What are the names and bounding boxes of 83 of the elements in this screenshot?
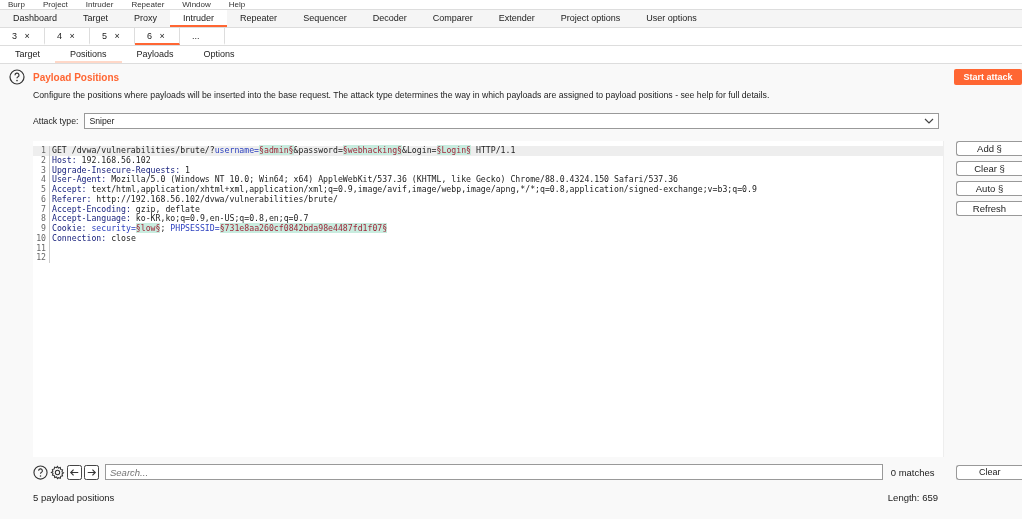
request-text: ko-KR,ko;q=0.9,en-US;q=0.8,en;q=0.7	[134, 213, 309, 224]
line-number: 3	[33, 165, 50, 176]
tab[interactable]: Dashboard	[0, 10, 71, 27]
request-text: Mozilla/5.0 (Windows NT 10.0; Win64; x64) AppleWebKit/537.36 (KHTML, like Gecko) Chrome/88.0.4324.150 Safari/537.36	[111, 174, 679, 185]
header-name: Upgrade-Insecure-Requests:	[52, 164, 181, 175]
line-number: 1	[33, 146, 50, 156]
parameter-name: username=	[214, 145, 260, 155]
payload-count: 5 payload positions	[33, 492, 115, 503]
tab[interactable]: Comparer	[419, 10, 486, 27]
tab[interactable]: Target	[70, 10, 122, 27]
caret-icon[interactable]	[924, 118, 935, 124]
side-button[interactable]: Clear §	[956, 161, 1022, 176]
menu-item[interactable]: Repeater	[131, 0, 165, 9]
attack-tab[interactable]: 5 ×	[90, 28, 135, 45]
side-button[interactable]: Refresh	[956, 201, 1022, 216]
tab[interactable]: Decoder	[359, 10, 420, 27]
header-name: Cookie:	[52, 223, 87, 233]
menu-item[interactable]: Window	[182, 0, 211, 9]
request-text: gzip, deflate	[135, 203, 200, 214]
header-name: Accept-Language:	[52, 213, 131, 224]
payload-marker: §webhacking§	[342, 145, 402, 155]
header-name: Referer:	[52, 193, 92, 204]
line-number: 7	[33, 204, 50, 215]
help-icon[interactable]	[33, 464, 48, 480]
tab[interactable]: Intruder	[170, 10, 228, 27]
line-number: 10	[33, 233, 50, 244]
request-length: Length: 659	[887, 492, 938, 503]
attack-tab[interactable]: 3 ×	[0, 28, 45, 45]
menu-item[interactable]: Help	[228, 0, 246, 9]
tab[interactable]: Repeater	[227, 10, 291, 27]
menu-item[interactable]: Intruder	[85, 0, 114, 9]
request-text: 192.168.56.102	[80, 154, 151, 165]
menu-item[interactable]: Project	[42, 0, 68, 9]
line-number: 9	[33, 224, 50, 234]
request-text: text/html,application/xhtml+xml,application/xml;q=0.9,image/avif,image/webp,image/apng,*/*;q=0.8,application/signed-exchange;v=b3;q=0.9	[90, 184, 757, 194]
request-text: &password=	[293, 145, 343, 155]
line-number: 11	[33, 243, 50, 254]
header-name: Accept:	[52, 184, 87, 194]
help-icon[interactable]	[9, 69, 25, 85]
line-number: 2	[33, 155, 50, 166]
line-number: 8	[33, 214, 50, 224]
payload-marker: §low§	[135, 223, 161, 233]
search-field[interactable]: Search...	[105, 464, 883, 480]
line-number: 5	[33, 185, 50, 195]
header-name: Host:	[52, 154, 77, 165]
match-count: 0 matches	[890, 466, 936, 478]
request-text: GET /dvwa/vulnerabilities/brute/?	[52, 145, 215, 155]
side-button[interactable]: Auto §	[956, 181, 1022, 196]
tab[interactable]: Project options	[547, 10, 634, 27]
side-button[interactable]: Add §	[956, 141, 1022, 156]
payload-marker: §731e8aa260cf0842bda98e4487fd1f07§	[219, 223, 388, 233]
parameter-name: security=	[90, 223, 136, 233]
sub-tab[interactable]: Options	[188, 46, 250, 63]
tab[interactable]: User options	[633, 10, 710, 27]
menu-item[interactable]: Burp	[8, 0, 25, 9]
header-name: Connection:	[52, 232, 107, 243]
attack-type-label: Attack type:	[33, 116, 79, 126]
clear-button[interactable]: Clear	[956, 464, 1022, 480]
tab[interactable]: Proxy	[121, 10, 171, 27]
request-text: HTTP/1.1	[474, 145, 516, 155]
section-title: Payload Positions	[33, 71, 120, 83]
attack-tab[interactable]: ...	[180, 28, 225, 45]
tab[interactable]: Sequencer	[290, 10, 360, 27]
line-number: 12	[33, 253, 50, 263]
header-name: User-Agent:	[52, 174, 107, 185]
tab[interactable]: Extender	[485, 10, 548, 27]
parameter-name: PHPSESSID=	[170, 223, 220, 233]
request-text: &Login=	[402, 145, 437, 155]
header-name: Accept-Encoding:	[52, 203, 131, 214]
line-number: 4	[33, 175, 50, 185]
description-text: Configure the positions where payloads will be inserted into the base request. The attack type determines the way in which payloads are assigned to payload positions - see help for full details.	[33, 90, 771, 100]
line-number: 6	[33, 194, 50, 205]
payload-marker: §Login§	[436, 145, 472, 155]
payload-marker: §admin§	[259, 145, 294, 155]
request-text: close	[111, 232, 136, 243]
sub-tab[interactable]: Payloads	[121, 46, 189, 63]
sub-tab[interactable]: Target	[0, 46, 55, 63]
settings-icon[interactable]	[50, 464, 65, 480]
request-text: 1	[184, 164, 191, 175]
attack-tab[interactable]: 4 ×	[45, 28, 90, 45]
attack-type-dropdown[interactable]: Sniper	[84, 113, 940, 129]
request-text: ;	[160, 223, 167, 233]
request-text: http://192.168.56.102/dvwa/vulnerabilities/brute/	[96, 193, 338, 204]
